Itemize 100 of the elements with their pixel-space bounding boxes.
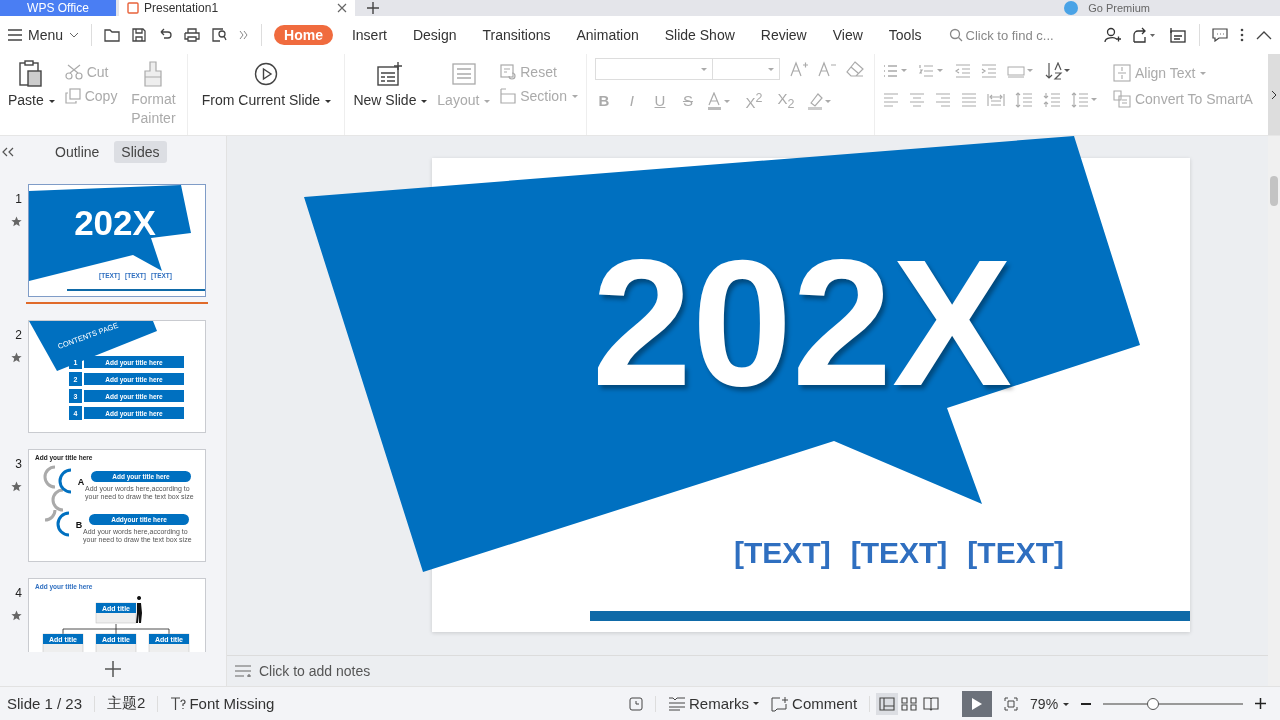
org-box — [148, 633, 190, 652]
add-user-icon[interactable] — [1103, 27, 1121, 43]
add-comment-icon — [771, 695, 790, 712]
panel-tab[interactable]: Slides — [114, 141, 167, 163]
search-icon — [948, 28, 963, 42]
undo-icon[interactable] — [158, 28, 173, 42]
ribbon-tab[interactable]: Review — [753, 25, 814, 45]
timer-icon[interactable] — [629, 696, 644, 711]
eraser-icon[interactable] — [845, 61, 864, 77]
slide-number: 2 — [15, 328, 22, 342]
notes-lines-icon — [668, 696, 687, 711]
star-icon[interactable] — [11, 352, 22, 363]
org-box — [42, 633, 84, 652]
close-icon[interactable] — [337, 3, 347, 13]
window-tab[interactable]: WPS Office — [0, 0, 116, 16]
distribute-icon[interactable] — [986, 93, 1005, 107]
comment-button[interactable]: Comment — [771, 695, 858, 712]
premium-link[interactable]: Go Premium — [1088, 0, 1150, 16]
new-slide-icon — [377, 60, 404, 88]
font-question-icon — [170, 696, 187, 711]
view-button[interactable] — [876, 692, 899, 715]
ribbon-tab[interactable]: Animation — [569, 25, 646, 45]
star-icon[interactable] — [11, 610, 22, 621]
org-box — [95, 602, 137, 624]
play-button[interactable] — [962, 690, 993, 717]
ribbon-tab[interactable]: Design — [405, 25, 464, 45]
window-tab[interactable]: Presentation1 — [119, 0, 355, 16]
play-icon — [254, 60, 279, 88]
save-icon[interactable] — [132, 28, 147, 42]
decrease-font-icon[interactable] — [817, 61, 836, 77]
ribbon-tab[interactable]: View — [825, 25, 870, 45]
collapse-panel-icon[interactable] — [2, 147, 14, 157]
grid-view-icon — [901, 696, 918, 711]
ribbon-tab[interactable]: Transitions — [475, 25, 558, 45]
sort-icon[interactable] — [1044, 62, 1071, 80]
slide-counter: Slide 1 / 23 — [7, 695, 83, 712]
kebab-menu-icon[interactable] — [1240, 28, 1244, 42]
zoom-slider-handle[interactable] — [1147, 697, 1160, 710]
reading-view-icon — [923, 696, 940, 711]
folder-icon[interactable] — [104, 28, 121, 42]
comment-icon[interactable] — [1212, 28, 1228, 42]
document-icon — [127, 2, 139, 14]
ribbon-tab[interactable]: Insert — [344, 25, 394, 45]
slide-number: 1 — [15, 192, 22, 206]
add-slide-icon[interactable] — [105, 661, 121, 677]
step-letter: A — [77, 476, 85, 487]
avatar-icon[interactable] — [1064, 1, 1079, 15]
reset-icon — [500, 64, 517, 80]
slide-text: [TEXT] — [850, 536, 948, 570]
clipboard-icon — [19, 60, 44, 88]
star-icon[interactable] — [11, 216, 22, 227]
menu-button[interactable]: Menu — [8, 27, 80, 43]
slide-text: [TEXT] — [967, 536, 1064, 570]
more-icon[interactable] — [239, 30, 250, 40]
share-icon[interactable] — [1133, 27, 1157, 43]
theme-name[interactable]: 主题2 — [107, 694, 146, 713]
collapse-icon[interactable] — [1256, 30, 1272, 40]
line-spacing-icon[interactable] — [1014, 92, 1033, 108]
paragraph-spacing-icon[interactable] — [1042, 92, 1061, 108]
chevron-right-icon — [1271, 89, 1277, 100]
play-icon — [972, 697, 983, 710]
fit-icon[interactable] — [1004, 696, 1019, 711]
new-tab-icon[interactable] — [367, 2, 379, 14]
increase-font-icon[interactable] — [789, 61, 808, 77]
arc-shape — [56, 511, 70, 537]
slide-number: 4 — [15, 586, 22, 600]
number-box — [69, 406, 82, 420]
ribbon-tab[interactable]: Slide Show — [657, 25, 742, 45]
new-slide-button[interactable]: New Slide — [353, 58, 428, 108]
slide-title: 202X — [590, 233, 1014, 413]
arc-shape — [58, 468, 72, 494]
search-field[interactable]: Click to find c... — [948, 27, 1067, 43]
slide-number: 3 — [15, 457, 22, 471]
notes-field[interactable]: Click to add notes — [259, 663, 559, 679]
line-spacing-menu-icon[interactable] — [1070, 92, 1099, 108]
highlighter-icon[interactable] — [806, 91, 833, 110]
number-box — [69, 389, 82, 403]
font-color-icon[interactable] — [706, 91, 733, 110]
vertical-scrollbar[interactable] — [1268, 136, 1280, 686]
print-preview-icon[interactable] — [212, 28, 228, 42]
print-icon[interactable] — [184, 28, 201, 42]
zoom-in-icon[interactable] — [1255, 698, 1266, 709]
task-icon[interactable] — [1169, 27, 1187, 43]
ribbon-tab[interactable]: Tools — [881, 25, 929, 45]
menu-icon — [8, 29, 22, 41]
zoom-level[interactable]: 79% — [1030, 695, 1069, 712]
slide-title: 202X — [74, 203, 156, 242]
curve-shape — [43, 465, 65, 522]
zoom-out-icon[interactable] — [1081, 702, 1091, 705]
from-current-slide-button[interactable]: From Current Slide — [196, 58, 337, 108]
remarks-button[interactable]: Remarks — [668, 695, 760, 712]
person-silhouette — [136, 596, 142, 623]
star-icon[interactable] — [11, 481, 22, 492]
org-box — [95, 633, 137, 652]
number-box — [69, 372, 82, 386]
font-missing-button[interactable]: Font Missing — [170, 695, 275, 712]
smartart-icon — [1112, 90, 1131, 108]
panel-tab[interactable]: Outline — [48, 141, 107, 163]
scissors-icon — [64, 64, 83, 80]
paste-button[interactable]: Paste — [8, 58, 55, 108]
